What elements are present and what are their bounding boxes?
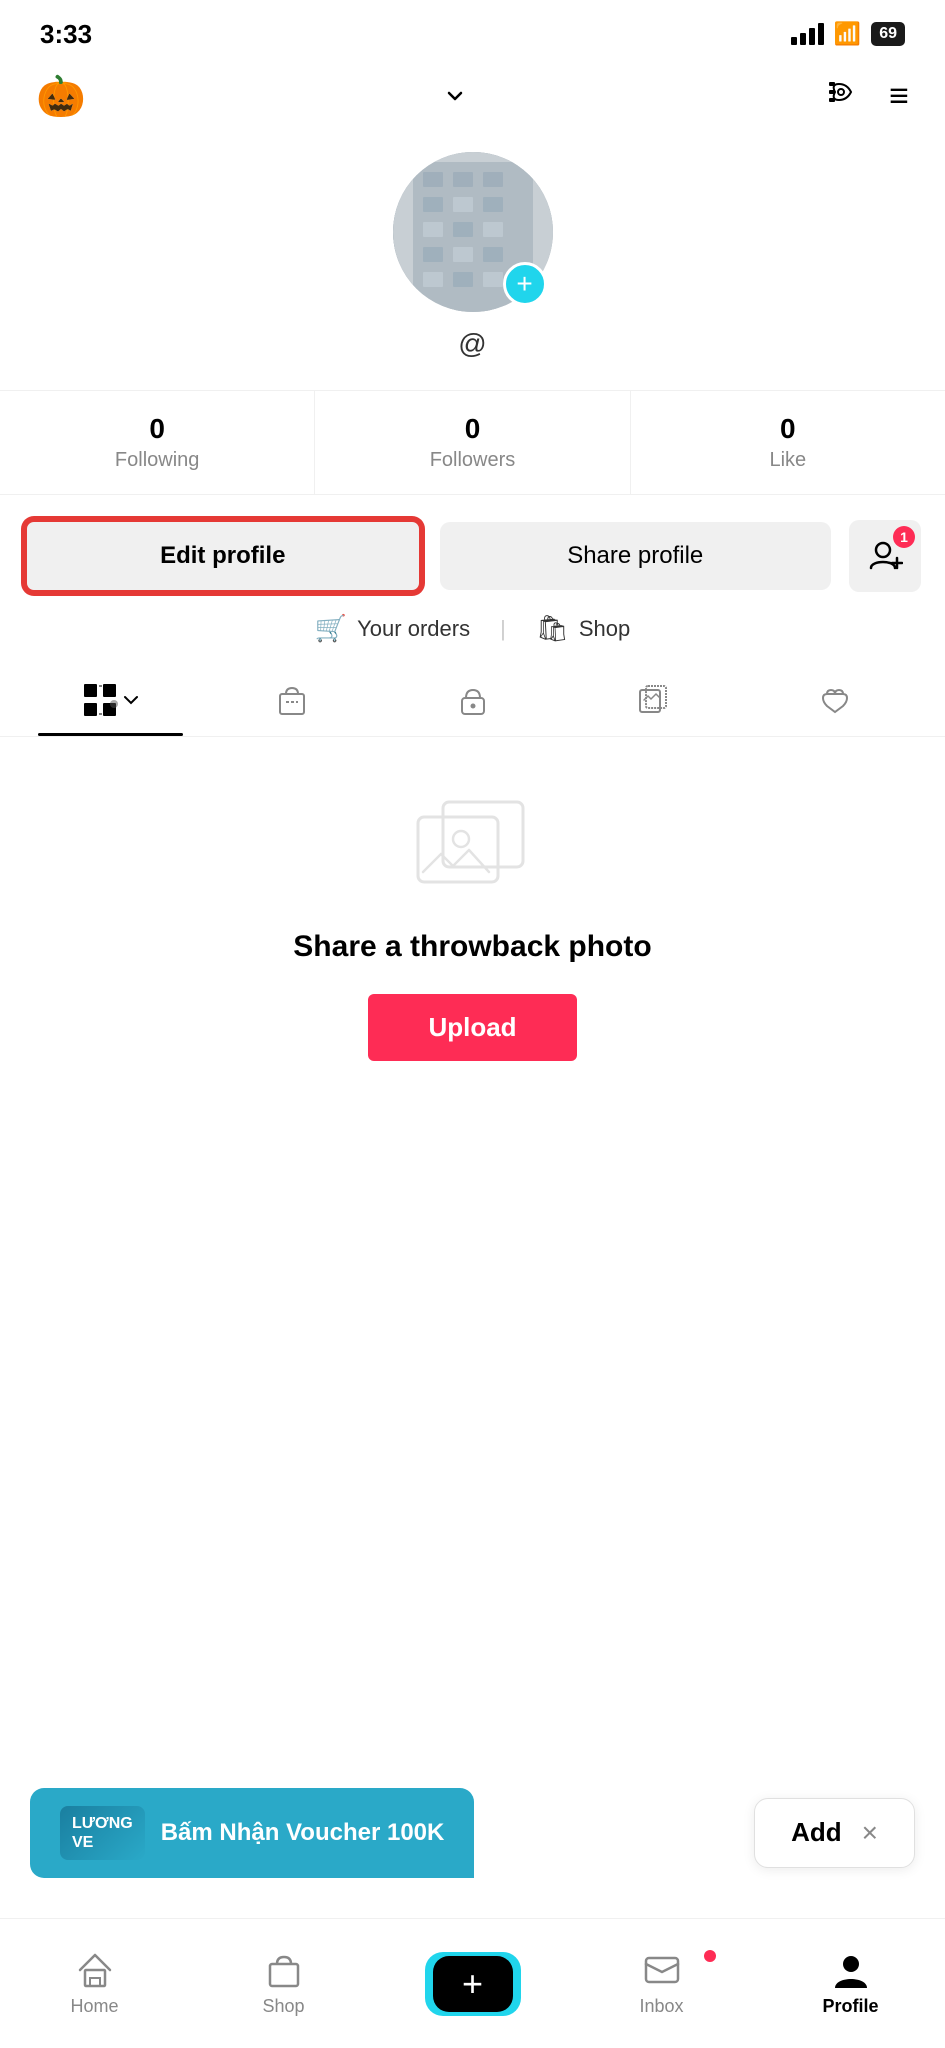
likes-number: 0 [780, 413, 796, 445]
phone-banner: LƯƠNG VE Bấm Nhận Voucher 100K Add × [0, 1788, 945, 1878]
liked-icon [817, 682, 853, 718]
shop-nav-label: Shop [262, 1996, 304, 2017]
luong-ve-logo: LƯƠNG VE [60, 1806, 145, 1860]
throwback-icon [413, 797, 533, 902]
cart-icon: 🛒 [315, 613, 347, 644]
shop-bag-icon: 🛍 [536, 613, 569, 644]
battery-indicator: 69 [871, 22, 905, 46]
logo-line1: LƯƠNG [72, 1814, 133, 1833]
action-buttons-row: Edit profile Share profile 1 [0, 519, 945, 593]
edit-profile-button[interactable]: Edit profile [24, 519, 422, 593]
friend-notification-badge: 1 [893, 526, 915, 548]
shop-icon [264, 1950, 304, 1990]
album-tag-icon [636, 682, 672, 718]
dropdown-arrow-icon [122, 691, 140, 709]
username-symbol: @ [458, 328, 486, 360]
followers-label: Followers [430, 449, 516, 472]
create-button[interactable]: + [433, 1956, 513, 2012]
nav-shop[interactable]: Shop [234, 1950, 334, 2017]
menu-icon[interactable]: ≡ [889, 79, 909, 113]
status-icons: 📶 69 [791, 21, 905, 47]
logo-line2: VE [72, 1833, 133, 1852]
status-bar: 3:33 📶 69 [0, 0, 945, 60]
chevron-down-icon [443, 84, 467, 108]
nav-logo-emoji: 🎃 [36, 73, 86, 120]
inbox-icon [642, 1950, 682, 1990]
orders-row: 🛒 Your orders | 🛍 Shop [0, 613, 945, 644]
bottom-nav: Home Shop + Inbox Profile [0, 1918, 945, 2048]
grid-icon [82, 682, 118, 718]
add-friend-button[interactable]: 1 [849, 520, 921, 592]
avatar-container: + [393, 152, 553, 312]
status-time: 3:33 [40, 19, 92, 50]
following-number: 0 [149, 413, 165, 445]
likes-label: Like [769, 449, 806, 472]
lock-icon [455, 682, 491, 718]
upload-button[interactable]: Upload [368, 994, 576, 1061]
profile-nav-label: Profile [822, 1996, 878, 2017]
following-stat[interactable]: 0 Following [0, 391, 315, 494]
your-orders-link[interactable]: 🛒 Your orders [315, 613, 470, 644]
followers-stat[interactable]: 0 Followers [315, 391, 630, 494]
photo-placeholder-icon [413, 797, 533, 897]
inbox-label: Inbox [639, 1996, 683, 2017]
voucher-text: Bấm Nhận Voucher 100K [161, 1819, 445, 1847]
tab-locked[interactable] [382, 664, 563, 736]
following-label: Following [115, 449, 199, 472]
nav-inbox[interactable]: Inbox [612, 1950, 712, 2017]
nav-account-switcher[interactable] [443, 84, 467, 108]
nav-profile[interactable]: Profile [801, 1950, 901, 2017]
shop-link[interactable]: 🛍 Shop [536, 613, 630, 644]
profile-section: + @ [0, 132, 945, 390]
shop-label: Shop [579, 616, 630, 642]
voucher-banner[interactable]: LƯƠNG VE Bấm Nhận Voucher 100K [30, 1788, 474, 1878]
likes-stat[interactable]: 0 Like [631, 391, 945, 494]
tab-grid[interactable] [20, 664, 201, 736]
stats-row: 0 Following 0 Followers 0 Like [0, 390, 945, 495]
share-profile-button[interactable]: Share profile [440, 522, 832, 590]
main-content: Share a throwback photo Upload [0, 737, 945, 1101]
content-tabs [0, 664, 945, 737]
add-phone-panel: Add × [754, 1798, 915, 1868]
shopping-bag-open-icon [274, 682, 310, 718]
plus-icon: + [462, 1963, 483, 2005]
top-nav: 🎃 ≡ [0, 60, 945, 132]
nav-create[interactable]: + [423, 1956, 523, 2012]
your-orders-label: Your orders [357, 616, 470, 642]
avatar-add-button[interactable]: + [503, 262, 547, 306]
wifi-icon: 📶 [834, 21, 861, 47]
add-phone-button[interactable]: Add [791, 1817, 842, 1848]
throwback-title: Share a throwback photo [293, 930, 651, 964]
home-label: Home [70, 1996, 118, 2017]
discover-icon [825, 74, 861, 110]
close-banner-button[interactable]: × [862, 1817, 878, 1849]
tab-tagged[interactable] [563, 664, 744, 736]
home-icon [75, 1950, 115, 1990]
nav-home[interactable]: Home [45, 1950, 145, 2017]
orders-divider: | [500, 616, 506, 642]
lens-icon[interactable] [825, 74, 861, 118]
nav-right-actions: ≡ [825, 74, 909, 118]
followers-number: 0 [465, 413, 481, 445]
tab-liked[interactable] [744, 664, 925, 736]
tab-shop[interactable] [201, 664, 382, 736]
signal-icon [791, 23, 824, 45]
profile-person-icon [831, 1950, 871, 1990]
